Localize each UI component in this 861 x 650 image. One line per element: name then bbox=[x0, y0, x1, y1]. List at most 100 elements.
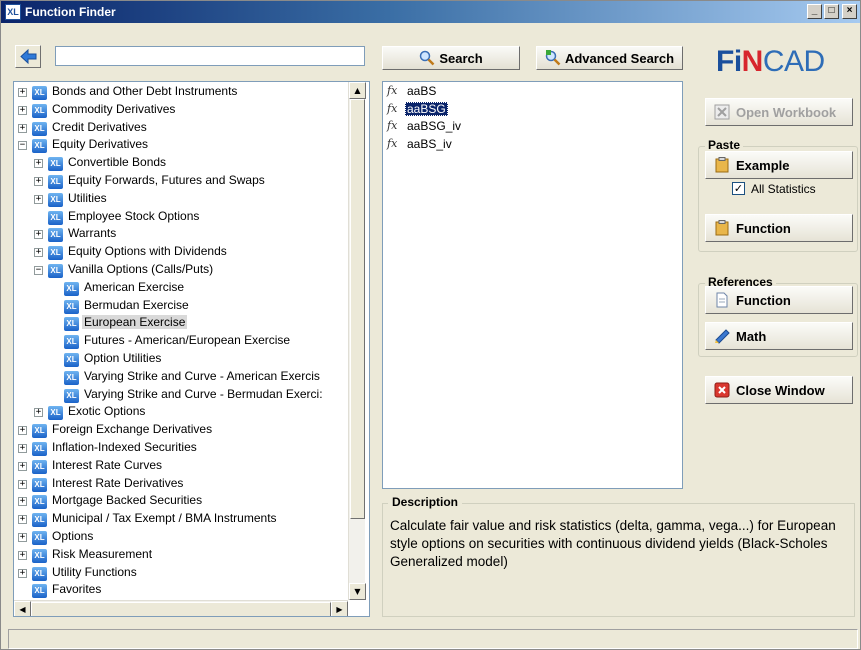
expand-icon[interactable]: + bbox=[18, 497, 27, 507]
tree-item[interactable]: XL European Exercise bbox=[14, 315, 348, 333]
expand-icon[interactable]: + bbox=[18, 533, 27, 542]
maximize-button[interactable]: □ bbox=[824, 4, 839, 19]
title-bar[interactable]: XL Function Finder _ □ × bbox=[1, 1, 860, 23]
tree-item[interactable]: XL American Exercise bbox=[14, 280, 348, 298]
expand-icon[interactable]: + bbox=[18, 123, 27, 133]
search-input[interactable] bbox=[55, 46, 365, 66]
expand-icon[interactable]: + bbox=[18, 88, 27, 97]
function-item[interactable]: fx aaBSG bbox=[387, 101, 677, 119]
close-button[interactable]: × bbox=[842, 4, 857, 19]
function-item-label: aaBS_iv bbox=[407, 136, 452, 151]
function-item[interactable]: fx aaBS_iv bbox=[387, 137, 677, 154]
minimize-button[interactable]: _ bbox=[807, 4, 822, 19]
expand-icon[interactable]: + bbox=[18, 461, 27, 471]
tree-item[interactable]: + XL Options bbox=[14, 529, 348, 547]
tree-vertical-scrollbar[interactable]: ▲ ▼ bbox=[348, 82, 366, 600]
advanced-search-button[interactable]: Advanced Search bbox=[536, 46, 683, 70]
back-button[interactable] bbox=[15, 45, 41, 68]
expand-icon[interactable]: + bbox=[18, 515, 27, 525]
paste-example-button[interactable]: Example bbox=[705, 151, 853, 179]
reference-function-button[interactable]: Function bbox=[705, 286, 853, 314]
tree-item[interactable]: + XL Commodity Derivatives bbox=[14, 102, 348, 120]
tree-item[interactable]: + XL Utilities bbox=[14, 191, 348, 209]
reference-math-button[interactable]: Math bbox=[705, 322, 853, 350]
tree-item[interactable]: + XL Interest Rate Derivatives bbox=[14, 476, 348, 494]
all-statistics-checkbox[interactable]: ✓ bbox=[732, 182, 745, 195]
tree-item[interactable]: + XL Risk Measurement bbox=[14, 547, 348, 565]
tree-item-label: Employee Stock Options bbox=[68, 208, 200, 223]
close-window-button[interactable]: Close Window bbox=[705, 376, 853, 404]
category-xl-icon: XL bbox=[64, 299, 79, 314]
tree-item[interactable]: + XL Equity Forwards, Futures and Swaps bbox=[14, 173, 348, 191]
category-xl-icon: XL bbox=[32, 548, 47, 563]
scroll-thumb[interactable] bbox=[350, 99, 365, 519]
tree-item[interactable]: XL Bermudan Exercise bbox=[14, 298, 348, 316]
tree-item-label: Option Utilities bbox=[84, 351, 162, 365]
tree-item[interactable]: XL Varying Strike and Curve - American Ex… bbox=[14, 369, 348, 387]
tree-item[interactable]: + XL Bonds and Other Debt Instruments bbox=[14, 84, 348, 102]
collapse-icon[interactable]: − bbox=[18, 141, 27, 151]
tree-item[interactable]: + XL Convertible Bonds bbox=[14, 155, 348, 173]
tree-item[interactable]: + XL Warrants bbox=[14, 226, 348, 244]
expand-icon[interactable]: + bbox=[18, 550, 27, 560]
description-text: Calculate fair value and risk statistics… bbox=[390, 518, 836, 569]
paste-function-button[interactable]: Function bbox=[705, 214, 853, 242]
scroll-left-arrow-icon[interactable]: ◀ bbox=[14, 601, 31, 616]
tree-item[interactable]: + XL Exotic Options bbox=[14, 404, 348, 422]
scroll-right-arrow-icon[interactable]: ▶ bbox=[331, 601, 348, 616]
reference-function-label: Function bbox=[736, 292, 791, 308]
category-xl-icon: XL bbox=[32, 424, 47, 439]
tree-item[interactable]: + XL Municipal / Tax Exempt / BMA Instrume… bbox=[14, 511, 348, 529]
tree-item[interactable]: XL Futures - American/European Exercise bbox=[14, 333, 348, 351]
function-item[interactable]: fx aaBS bbox=[387, 84, 677, 101]
tree-item-label: Futures - American/European Exercise bbox=[84, 333, 291, 348]
category-xl-icon: XL bbox=[32, 103, 47, 118]
search-button[interactable]: Search bbox=[382, 46, 520, 70]
expand-icon[interactable]: + bbox=[34, 177, 43, 186]
tree-item[interactable]: + XL Foreign Exchange Derivatives bbox=[14, 422, 348, 440]
tree-item[interactable]: XL Varying Strike and Curve - Bermudan Ex… bbox=[14, 387, 348, 405]
search-button-label: Search bbox=[439, 50, 483, 66]
category-xl-icon: XL bbox=[64, 335, 79, 350]
scroll-down-arrow-icon[interactable]: ▼ bbox=[349, 583, 366, 600]
expand-icon[interactable]: + bbox=[18, 444, 27, 453]
tree-item[interactable]: + XL Utility Functions bbox=[14, 565, 348, 583]
tree-item[interactable]: + XL Equity Options with Dividends bbox=[14, 244, 348, 262]
expand-icon[interactable]: + bbox=[18, 426, 27, 436]
tree-item-label: Exotic Options bbox=[68, 404, 146, 419]
tree-item[interactable]: + XL Credit Derivatives bbox=[14, 120, 348, 138]
horizontal-scroll-thumb[interactable] bbox=[31, 602, 331, 616]
tree-item[interactable]: + XL Inflation-Indexed Securities bbox=[14, 440, 348, 458]
fx-function-icon: fx bbox=[387, 119, 398, 132]
expand-icon[interactable]: + bbox=[34, 408, 43, 418]
scroll-up-arrow-icon[interactable]: ▲ bbox=[349, 82, 366, 99]
tree-item[interactable]: − XL Equity Derivatives bbox=[14, 137, 348, 155]
tree-item-label: Utility Functions bbox=[52, 564, 137, 579]
tree-item[interactable]: + XL Interest Rate Curves bbox=[14, 458, 348, 476]
category-tree[interactable]: + XL Bonds and Other Debt Instruments + XL Co… bbox=[13, 81, 370, 617]
function-list[interactable]: fx aaBS fx aaBSG fx aaBSG_iv fx aaBS_iv bbox=[382, 81, 683, 489]
tree-item[interactable]: XL Option Utilities bbox=[14, 351, 348, 369]
expand-icon[interactable]: + bbox=[18, 105, 27, 115]
expand-icon[interactable]: + bbox=[34, 194, 43, 204]
tree-item[interactable]: + XL Mortgage Backed Securities bbox=[14, 493, 348, 511]
expand-icon[interactable]: + bbox=[34, 248, 43, 258]
category-xl-icon: XL bbox=[32, 584, 47, 599]
expand-icon[interactable]: + bbox=[18, 568, 27, 578]
tree-item[interactable]: XL Favorites bbox=[14, 582, 348, 600]
search-icon bbox=[420, 50, 435, 66]
open-workbook-label: Open Workbook bbox=[736, 104, 837, 120]
tree-item-label: Warrants bbox=[68, 226, 117, 241]
tree-item[interactable]: XL Employee Stock Options bbox=[14, 209, 348, 227]
collapse-icon[interactable]: − bbox=[34, 266, 43, 275]
tree-item-label: Interest Rate Derivatives bbox=[52, 475, 184, 490]
tree-horizontal-scrollbar[interactable]: ◀ ▶ bbox=[14, 600, 348, 616]
tree-item-label: Convertible Bonds bbox=[68, 155, 167, 170]
expand-icon[interactable]: + bbox=[34, 230, 43, 240]
function-item[interactable]: fx aaBSG_iv bbox=[387, 119, 677, 136]
open-workbook-button[interactable]: Open Workbook bbox=[705, 98, 853, 126]
expand-icon[interactable]: + bbox=[18, 479, 27, 489]
tree-item[interactable]: − XL Vanilla Options (Calls/Puts) bbox=[14, 262, 348, 280]
expand-icon[interactable]: + bbox=[34, 159, 43, 169]
fx-function-icon: fx bbox=[387, 101, 398, 115]
